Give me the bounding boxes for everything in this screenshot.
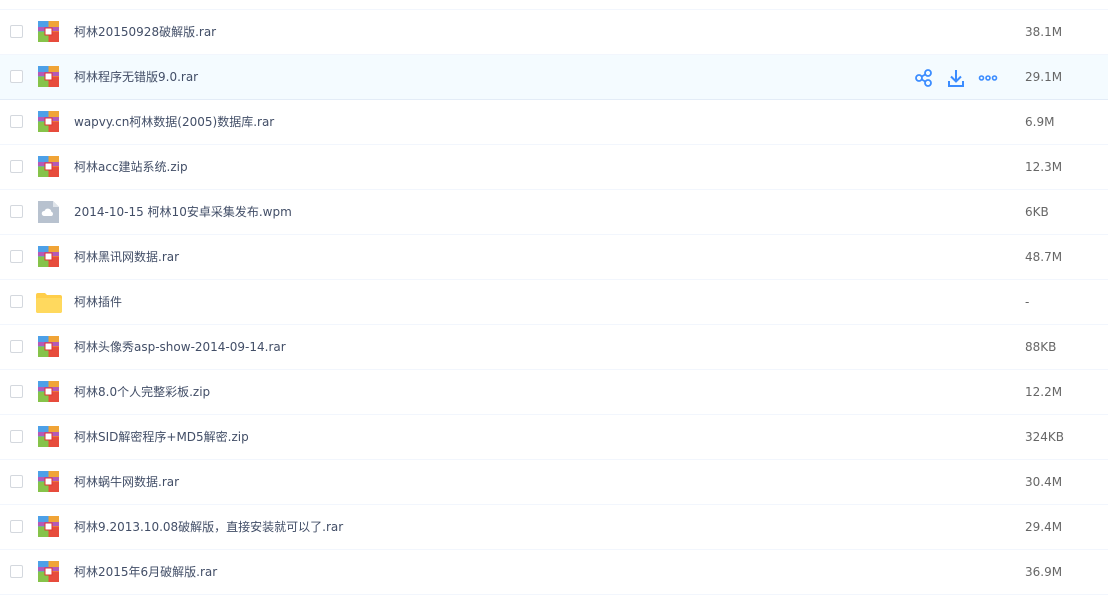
file-name[interactable]: 柯林头像秀asp-show-2014-09-14.rar (74, 325, 286, 370)
archive-icon (38, 561, 59, 582)
list-top-spacer (0, 0, 1108, 10)
file-row[interactable]: 柯林SID解密程序+MD5解密.zip 324KB (0, 415, 1108, 460)
file-name[interactable]: 柯林蜗牛网数据.rar (74, 460, 179, 505)
file-row[interactable]: 柯林20150928破解版.rar 38.1M (0, 10, 1108, 55)
file-name[interactable]: wapvy.cn柯林数据(2005)数据库.rar (74, 100, 274, 145)
archive-icon (38, 426, 59, 447)
archive-icon (38, 471, 59, 492)
archive-icon (38, 66, 59, 87)
folder-row[interactable]: 柯林插件 - (0, 280, 1108, 325)
archive-icon (38, 156, 59, 177)
file-row[interactable]: 柯林acc建站系统.zip 12.3M (0, 145, 1108, 190)
row-checkbox[interactable] (10, 520, 23, 533)
row-checkbox[interactable] (10, 115, 23, 128)
row-checkbox[interactable] (10, 565, 23, 578)
file-row[interactable]: 2014-10-15 柯林10安卓采集发布.wpm 6KB (0, 190, 1108, 235)
folder-icon (36, 293, 62, 313)
row-checkbox[interactable] (10, 25, 23, 38)
row-checkbox[interactable] (10, 295, 23, 308)
file-list: 柯林20150928破解版.rar 38.1M 柯林程序无错版9.0.rar 2… (0, 0, 1108, 595)
download-icon[interactable] (946, 68, 966, 88)
row-checkbox[interactable] (10, 385, 23, 398)
file-size: 88KB (1025, 340, 1057, 354)
row-checkbox[interactable] (10, 70, 23, 83)
archive-icon (38, 336, 59, 357)
folder-name[interactable]: 柯林插件 (74, 280, 122, 325)
file-row[interactable]: wapvy.cn柯林数据(2005)数据库.rar 6.9M (0, 100, 1108, 145)
row-checkbox[interactable] (10, 205, 23, 218)
file-name[interactable]: 柯林20150928破解版.rar (74, 10, 216, 55)
row-actions (914, 68, 1010, 88)
file-size: 324KB (1025, 430, 1065, 444)
archive-icon (38, 21, 59, 42)
file-size: 12.2M (1025, 385, 1063, 399)
archive-icon (38, 111, 59, 132)
archive-icon (38, 246, 59, 267)
file-size: 29.1M (1025, 70, 1063, 84)
file-size: 12.3M (1025, 160, 1063, 174)
file-size: 29.4M (1025, 520, 1063, 534)
file-name[interactable]: 2014-10-15 柯林10安卓采集发布.wpm (74, 190, 292, 235)
file-row[interactable]: 柯林蜗牛网数据.rar 30.4M (0, 460, 1108, 505)
row-checkbox[interactable] (10, 250, 23, 263)
file-name[interactable]: 柯林黑讯网数据.rar (74, 235, 179, 280)
file-size: 38.1M (1025, 25, 1063, 39)
row-checkbox[interactable] (10, 160, 23, 173)
file-size: 48.7M (1025, 250, 1063, 264)
row-checkbox[interactable] (10, 430, 23, 443)
file-name[interactable]: 柯林程序无错版9.0.rar (74, 55, 198, 100)
file-size: 6.9M (1025, 115, 1055, 129)
file-row[interactable]: 柯林9.2013.10.08破解版，直接安装就可以了.rar 29.4M (0, 505, 1108, 550)
file-row[interactable]: 柯林程序无错版9.0.rar 29.1M (0, 55, 1108, 100)
share-icon[interactable] (914, 68, 934, 88)
file-row[interactable]: 柯林黑讯网数据.rar 48.7M (0, 235, 1108, 280)
file-name[interactable]: 柯林8.0个人完整彩板.zip (74, 370, 210, 415)
file-size: 6KB (1025, 205, 1049, 219)
archive-icon (38, 516, 59, 537)
row-checkbox[interactable] (10, 340, 23, 353)
file-row[interactable]: 柯林头像秀asp-show-2014-09-14.rar 88KB (0, 325, 1108, 370)
file-name[interactable]: 柯林SID解密程序+MD5解密.zip (74, 415, 249, 460)
file-name[interactable]: 柯林acc建站系统.zip (74, 145, 188, 190)
file-row[interactable]: 柯林2015年6月破解版.rar 36.9M (0, 550, 1108, 595)
more-icon[interactable] (978, 68, 998, 88)
file-name[interactable]: 柯林2015年6月破解版.rar (74, 550, 217, 595)
file-name[interactable]: 柯林9.2013.10.08破解版，直接安装就可以了.rar (74, 505, 343, 550)
file-row[interactable]: 柯林8.0个人完整彩板.zip 12.2M (0, 370, 1108, 415)
file-size: 36.9M (1025, 565, 1063, 579)
file-size: 30.4M (1025, 475, 1063, 489)
file-size: - (1025, 295, 1030, 309)
row-checkbox[interactable] (10, 475, 23, 488)
archive-icon (38, 381, 59, 402)
cloud-file-icon (38, 201, 59, 223)
